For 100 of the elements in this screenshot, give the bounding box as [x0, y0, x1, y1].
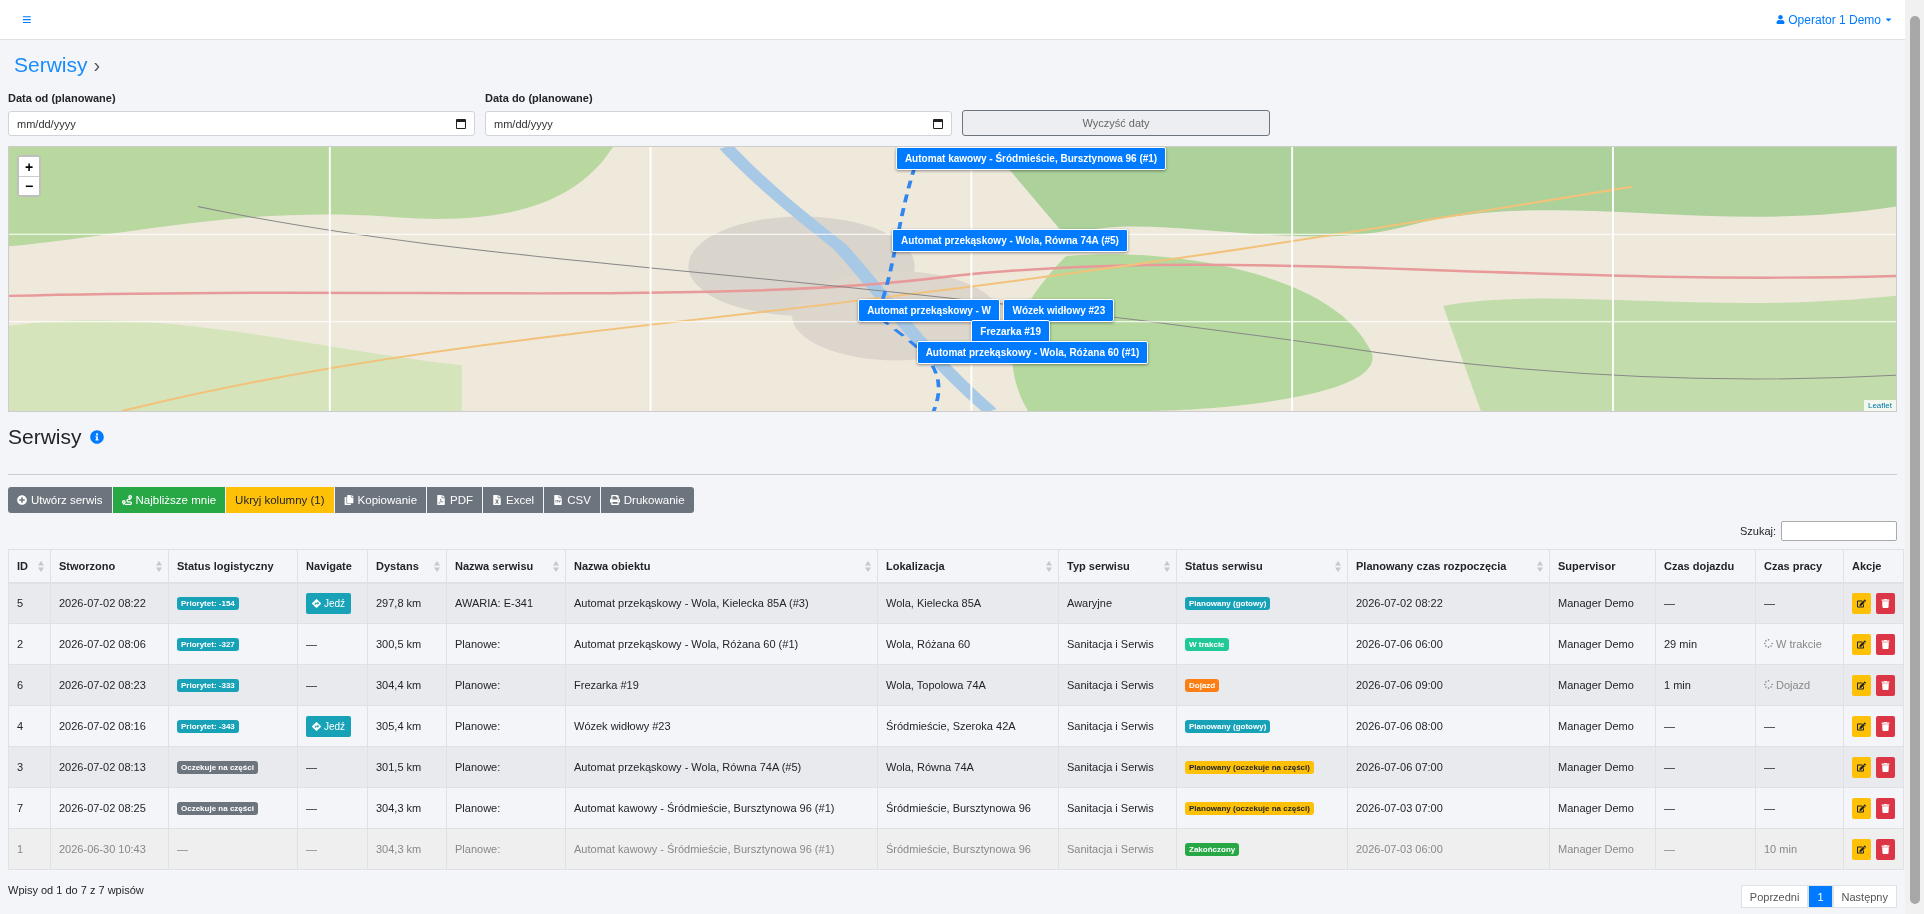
search-field[interactable]	[1781, 521, 1897, 541]
table-cell: Śródmieście, Szeroka 42A	[877, 705, 1059, 747]
calendar-icon[interactable]	[456, 118, 466, 129]
page-button[interactable]: Poprzedni	[1740, 885, 1809, 908]
toolbar-button[interactable]: Ukryj kolumny (1)	[226, 487, 334, 513]
calendar-icon[interactable]	[933, 118, 943, 129]
status-badge: Priorytet: -343	[177, 720, 239, 733]
table-cell: 1	[8, 828, 51, 870]
table-cell: 2026-07-03 06:00	[1347, 828, 1550, 870]
table-cell: Wola, Kielecka 85A	[877, 582, 1059, 624]
column-header[interactable]: Nazwa obiektu	[565, 549, 878, 583]
csv-file-icon	[553, 495, 564, 505]
edit-button[interactable]	[1852, 838, 1871, 860]
table-cell: 304,3 km	[367, 828, 447, 870]
copy-icon	[343, 495, 354, 505]
date-field[interactable]: mm/dd/yyyy	[8, 111, 475, 136]
date-field[interactable]: mm/dd/yyyy	[485, 111, 952, 136]
table-cell: 2026-07-06 09:00	[1347, 664, 1550, 706]
delete-button[interactable]	[1876, 674, 1895, 696]
page-button[interactable]: 1	[1808, 885, 1833, 908]
edit-icon	[1857, 803, 1866, 813]
edit-button[interactable]	[1852, 797, 1871, 819]
status-badge: Planowany (oczekuje na części)	[1185, 802, 1314, 815]
toolbar-button[interactable]: Drukowanie	[600, 487, 694, 513]
map-popup[interactable]: Automat przekąskowy - W	[858, 298, 1001, 322]
page-button[interactable]: Następny	[1832, 885, 1897, 908]
delete-button[interactable]	[1876, 592, 1895, 614]
section-title: Serwisy	[8, 425, 82, 449]
attribution-link[interactable]: Leaflet	[1863, 400, 1896, 411]
delete-button[interactable]	[1876, 797, 1895, 819]
table-cell: —	[1764, 597, 1775, 610]
toolbar-button[interactable]: CSV	[544, 487, 600, 513]
column-header[interactable]: Planowany czas rozpoczęcia	[1347, 549, 1550, 583]
table-cell: 300,5 km	[367, 623, 447, 665]
column-header[interactable]: Typ serwisu	[1058, 549, 1177, 583]
zoom-out-button[interactable]: −	[19, 176, 39, 195]
edit-icon	[1857, 762, 1866, 772]
table-cell: Frezarka #19	[565, 664, 878, 706]
info-icon[interactable]	[89, 430, 104, 444]
column-header[interactable]: Nazwa serwisu	[446, 549, 566, 583]
edit-button[interactable]	[1852, 756, 1871, 778]
column-header[interactable]: Status serwisu	[1176, 549, 1348, 583]
edit-button[interactable]	[1852, 633, 1871, 655]
column-header[interactable]: Stworzono	[50, 549, 169, 583]
table-cell: Planowe:	[446, 623, 566, 665]
column-header[interactable]: Lokalizacja	[877, 549, 1059, 583]
clear-dates-button[interactable]: Wyczyść daty	[962, 110, 1270, 136]
table-cell: Śródmieście, Bursztynowa 96	[877, 787, 1059, 829]
scrollbar[interactable]	[1905, 0, 1924, 914]
delete-button[interactable]	[1876, 838, 1895, 860]
edit-button[interactable]	[1852, 592, 1871, 614]
table-cell: —	[306, 843, 317, 855]
status-badge: Planowany (gotowy)	[1185, 597, 1271, 611]
delete-button[interactable]	[1876, 633, 1895, 655]
table-cell: —	[1764, 720, 1775, 732]
column-header: Czas dojazdu	[1655, 549, 1756, 583]
table-cell: 6	[8, 664, 51, 706]
table-cell: Manager Demo	[1549, 787, 1656, 829]
trash-icon	[1881, 721, 1890, 731]
status-badge: Priorytet: -327	[177, 638, 239, 651]
toolbar-button[interactable]: Najbliższe mnie	[112, 487, 226, 513]
table-cell: —	[1655, 746, 1756, 788]
column-header[interactable]: ID	[8, 549, 51, 583]
table-cell: Wózek widłowy #23	[565, 705, 878, 747]
status-badge: Priorytet: -154	[177, 597, 239, 611]
edit-button[interactable]	[1852, 715, 1871, 737]
delete-button[interactable]	[1876, 715, 1895, 737]
navigate-button[interactable]: Jedź	[306, 715, 352, 737]
toolbar-button[interactable]: Kopiowanie	[334, 487, 427, 513]
breadcrumb-title[interactable]: Serwisy	[14, 53, 88, 77]
table-cell: 29 min	[1655, 623, 1756, 665]
table-cell: 2026-07-02 08:23	[50, 664, 169, 706]
table-cell: Manager Demo	[1549, 828, 1656, 870]
edit-icon	[1857, 680, 1866, 690]
table-cell: —	[1764, 761, 1775, 773]
toolbar-button[interactable]: Utwórz serwis	[8, 487, 112, 513]
user-menu[interactable]: Operator 1 Demo	[1776, 12, 1893, 27]
table-cell: 304,3 km	[367, 787, 447, 829]
table-info: Wpisy od 1 do 7 z 7 wpisów	[8, 884, 144, 896]
toolbar-button[interactable]: Excel	[483, 487, 544, 513]
toolbar-button[interactable]: PDF	[427, 487, 483, 513]
delete-button[interactable]	[1876, 756, 1895, 778]
table-cell: —	[1655, 828, 1756, 870]
trash-icon	[1881, 844, 1890, 854]
table-cell: 305,4 km	[367, 705, 447, 747]
pdf-file-icon	[436, 495, 447, 505]
map-popup[interactable]: Automat przekąskowy - Wola, Równa 74A (#5)	[892, 228, 1128, 252]
map-popup[interactable]: Automat kawowy - Śródmieście, Bursztynowa 96 (#1)	[895, 147, 1167, 170]
menu-icon[interactable]: ≡	[22, 10, 32, 29]
map-popup[interactable]: Automat przekąskowy - Wola, Różana 60 (#1)	[916, 341, 1149, 365]
scrollbar-thumb[interactable]	[1909, 16, 1920, 904]
navigate-button[interactable]: Jedź	[306, 592, 352, 614]
column-header: Supervisor	[1549, 549, 1656, 583]
table-cell: Automat przekąskowy - Wola, Kielecka 85A (#3)	[565, 582, 878, 624]
table-cell: —	[1764, 802, 1775, 814]
edit-button[interactable]	[1852, 674, 1871, 696]
edit-icon	[1857, 598, 1866, 608]
table-cell: 7	[8, 787, 51, 829]
column-header[interactable]: Dystans	[367, 549, 447, 583]
table-cell: 1 min	[1655, 664, 1756, 706]
